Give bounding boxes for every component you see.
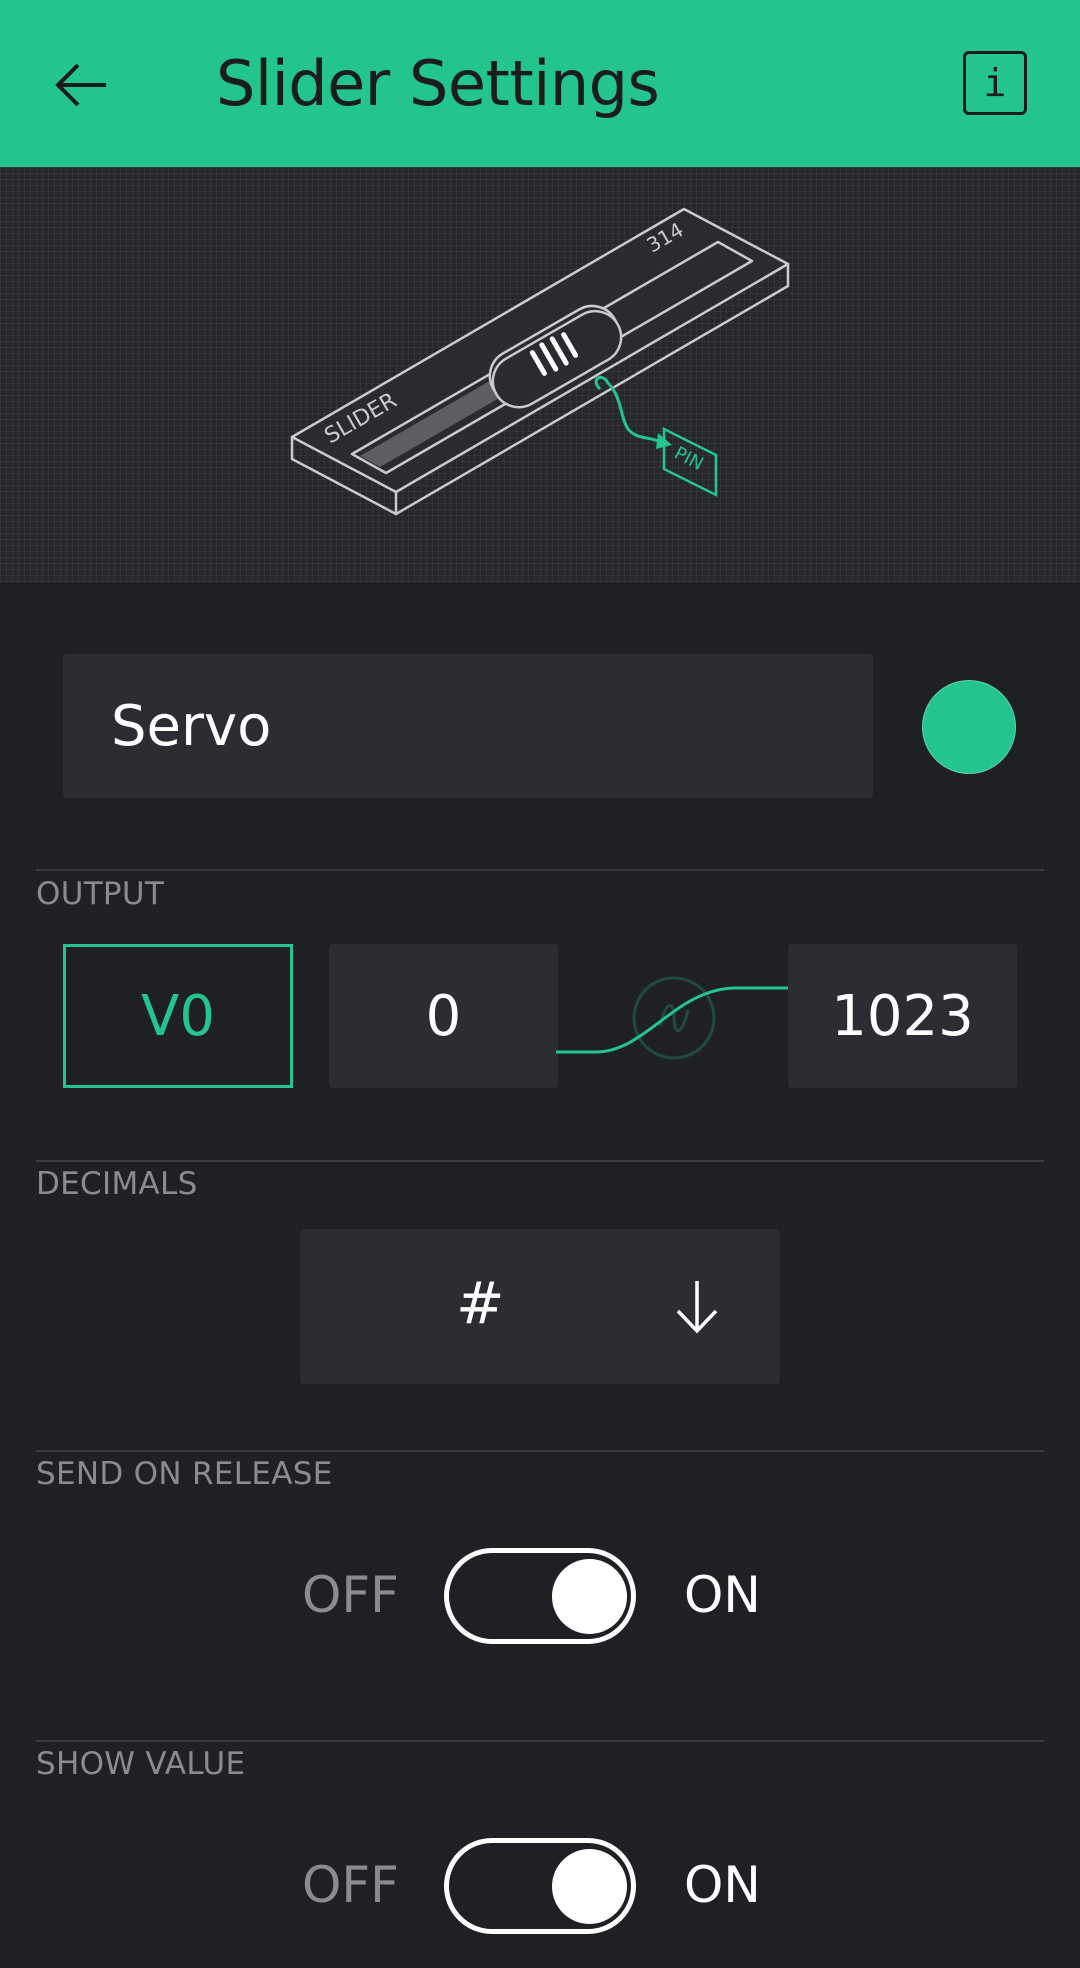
show-value-toggle[interactable] (444, 1838, 636, 1934)
app-bar: Slider Settings i (0, 0, 1080, 167)
output-section-label: OUTPUT (36, 876, 165, 912)
divider (36, 869, 1044, 871)
send-on-release-toggle[interactable] (444, 1548, 636, 1644)
decimals-value: # (456, 1269, 505, 1337)
send-on-release-row: OFF ON (0, 1548, 1080, 1648)
divider (36, 1160, 1044, 1162)
info-button[interactable]: i (963, 51, 1027, 115)
divider (36, 1740, 1044, 1742)
off-label: OFF (302, 1566, 399, 1624)
on-label: ON (684, 1566, 761, 1624)
pin-selector[interactable]: V0 (63, 944, 293, 1088)
slider-illustration: SLIDER 314 PIN (290, 207, 790, 516)
arrow-down-icon (676, 1281, 718, 1334)
widget-name-value: Servo (111, 693, 272, 759)
max-value: 1023 (831, 983, 974, 1049)
show-value-row: OFF ON (0, 1838, 1080, 1938)
decimals-dropdown[interactable]: # (300, 1229, 780, 1384)
mapping-curve-icon (556, 976, 790, 1060)
color-picker-button[interactable] (922, 680, 1016, 774)
arrow-left-icon (55, 63, 106, 107)
pin-value: V0 (141, 983, 215, 1049)
page-title: Slider Settings (216, 47, 660, 120)
max-value-input[interactable]: 1023 (788, 944, 1017, 1088)
widget-name-input[interactable]: Servo (63, 654, 873, 798)
show-value-label: SHOW VALUE (36, 1746, 246, 1782)
decimals-section-label: DECIMALS (36, 1166, 198, 1202)
send-on-release-label: SEND ON RELEASE (36, 1456, 333, 1492)
min-value-input[interactable]: 0 (329, 944, 558, 1088)
divider (36, 1450, 1044, 1452)
back-button[interactable] (40, 45, 130, 125)
toggle-knob (552, 1559, 627, 1634)
toggle-knob (552, 1849, 627, 1924)
info-icon: i (983, 61, 1007, 105)
on-label: ON (684, 1856, 761, 1914)
widget-preview: SLIDER 314 PIN (0, 167, 1080, 582)
off-label: OFF (302, 1856, 399, 1914)
min-value: 0 (425, 983, 462, 1049)
